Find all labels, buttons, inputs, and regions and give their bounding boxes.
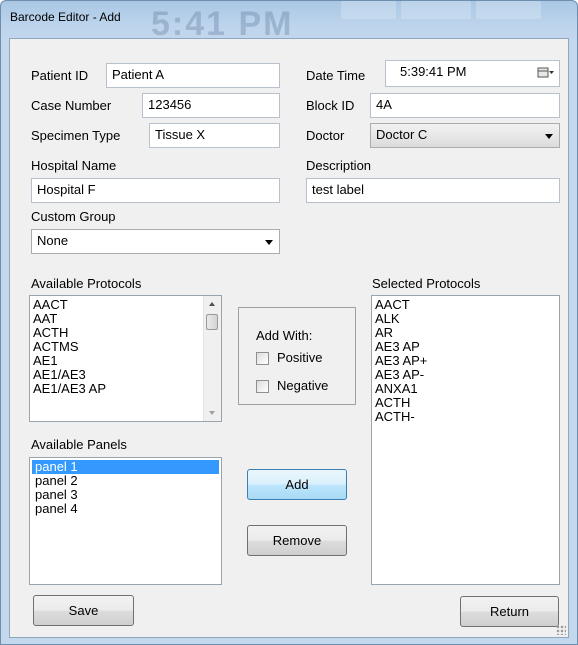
description-label: Description bbox=[306, 158, 372, 173]
scroll-up-icon[interactable] bbox=[209, 302, 215, 306]
positive-checkbox[interactable] bbox=[256, 352, 269, 365]
selected-protocols-list[interactable]: AACT ALK AR AE3 AP AE3 AP+ AE3 AP- ANXA1 ACTH AC… bbox=[371, 295, 560, 585]
list-item[interactable]: AE1/AE3 AP bbox=[30, 382, 221, 396]
list-item[interactable]: panel 1 bbox=[32, 460, 219, 474]
hospital-name-label: Hospital Name bbox=[31, 158, 117, 173]
date-time-label: Date Time bbox=[306, 68, 366, 83]
barcode-editor-window: 5:41 PM Barcode Editor - Add Patient ID … bbox=[0, 0, 578, 645]
doctor-label: Doctor bbox=[306, 128, 345, 143]
patient-id-label: Patient ID bbox=[31, 68, 89, 83]
available-protocols-label: Available Protocols bbox=[31, 276, 142, 291]
available-protocols-list[interactable]: AACT AAT ACTH ACTMS AE1 AE1/AE3 AE1/AE3 AP bbox=[29, 295, 222, 422]
case-number-input[interactable]: 123456 bbox=[142, 93, 280, 118]
available-panels-label: Available Panels bbox=[31, 437, 127, 452]
scroll-thumb[interactable] bbox=[206, 314, 218, 330]
scroll-down-icon[interactable] bbox=[209, 411, 215, 415]
list-item[interactable]: panel 2 bbox=[32, 474, 219, 488]
custom-group-dropdown[interactable]: None bbox=[31, 229, 280, 254]
custom-group-label: Custom Group bbox=[31, 209, 116, 224]
selected-protocols-label: Selected Protocols bbox=[372, 276, 481, 291]
date-time-picker[interactable]: 5:39:41 PM bbox=[385, 60, 560, 87]
background-window-tab bbox=[476, 1, 541, 19]
doctor-dropdown[interactable]: Doctor C bbox=[370, 123, 560, 148]
description-input[interactable]: test label bbox=[306, 178, 560, 203]
negative-checkbox[interactable] bbox=[256, 380, 269, 393]
negative-checkbox-label[interactable]: Negative bbox=[277, 378, 328, 393]
list-item[interactable]: AACT bbox=[30, 298, 221, 312]
positive-checkbox-label[interactable]: Positive bbox=[277, 350, 323, 365]
block-id-label: Block ID bbox=[306, 98, 355, 113]
remove-button[interactable]: Remove bbox=[247, 525, 347, 556]
list-item[interactable]: AACT bbox=[372, 298, 559, 312]
return-button[interactable]: Return bbox=[460, 596, 559, 627]
available-panels-items: panel 1 panel 2 panel 3 panel 4 bbox=[32, 460, 219, 516]
list-item[interactable]: AE3 AP+ bbox=[372, 354, 559, 368]
add-with-label: Add With: bbox=[256, 328, 313, 343]
list-item[interactable]: panel 4 bbox=[32, 502, 219, 516]
specimen-type-input[interactable]: Tissue X bbox=[149, 123, 280, 148]
doctor-value: Doctor C bbox=[376, 127, 428, 142]
selected-protocols-items: AACT ALK AR AE3 AP AE3 AP+ AE3 AP- ANXA1 ACTH AC… bbox=[372, 298, 559, 424]
resize-grip[interactable] bbox=[556, 625, 566, 635]
calendar-dropdown-icon[interactable] bbox=[537, 67, 555, 79]
add-with-group: Add With: Positive Negative bbox=[238, 307, 356, 405]
form-panel: Patient ID Patient A Date Time 5:39:41 P… bbox=[9, 38, 569, 638]
patient-id-input[interactable]: Patient A bbox=[106, 63, 280, 88]
list-item[interactable]: AR bbox=[372, 326, 559, 340]
save-button[interactable]: Save bbox=[33, 595, 134, 626]
vertical-scrollbar[interactable] bbox=[203, 296, 221, 421]
list-item[interactable]: panel 3 bbox=[32, 488, 219, 502]
list-item[interactable]: AAT bbox=[30, 312, 221, 326]
title-bar[interactable]: 5:41 PM Barcode Editor - Add bbox=[1, 1, 578, 43]
list-item[interactable]: AE3 AP- bbox=[372, 368, 559, 382]
available-panels-list[interactable]: panel 1 panel 2 panel 3 panel 4 bbox=[29, 457, 222, 585]
chevron-down-icon bbox=[265, 240, 273, 245]
list-item[interactable]: ALK bbox=[372, 312, 559, 326]
case-number-label: Case Number bbox=[31, 98, 112, 113]
list-item[interactable]: AE1 bbox=[30, 354, 221, 368]
list-item[interactable]: ACTH- bbox=[372, 410, 559, 424]
list-item[interactable]: AE1/AE3 bbox=[30, 368, 221, 382]
available-protocols-items: AACT AAT ACTH ACTMS AE1 AE1/AE3 AE1/AE3 AP bbox=[30, 298, 221, 396]
add-button[interactable]: Add bbox=[247, 469, 347, 500]
background-window-tab bbox=[401, 1, 471, 19]
custom-group-value: None bbox=[37, 233, 69, 248]
specimen-type-label: Specimen Type bbox=[31, 128, 121, 143]
window-title: Barcode Editor - Add bbox=[10, 10, 121, 24]
date-time-value: 5:39:41 PM bbox=[400, 64, 467, 79]
list-item[interactable]: ANXA1 bbox=[372, 382, 559, 396]
hospital-name-input[interactable]: Hospital F bbox=[31, 178, 280, 203]
list-item[interactable]: ACTH bbox=[372, 396, 559, 410]
list-item[interactable]: ACTMS bbox=[30, 340, 221, 354]
list-item[interactable]: AE3 AP bbox=[372, 340, 559, 354]
background-window-tab bbox=[341, 1, 396, 19]
block-id-input[interactable]: 4A bbox=[370, 93, 560, 118]
list-item[interactable]: ACTH bbox=[30, 326, 221, 340]
chevron-down-icon bbox=[545, 134, 553, 139]
